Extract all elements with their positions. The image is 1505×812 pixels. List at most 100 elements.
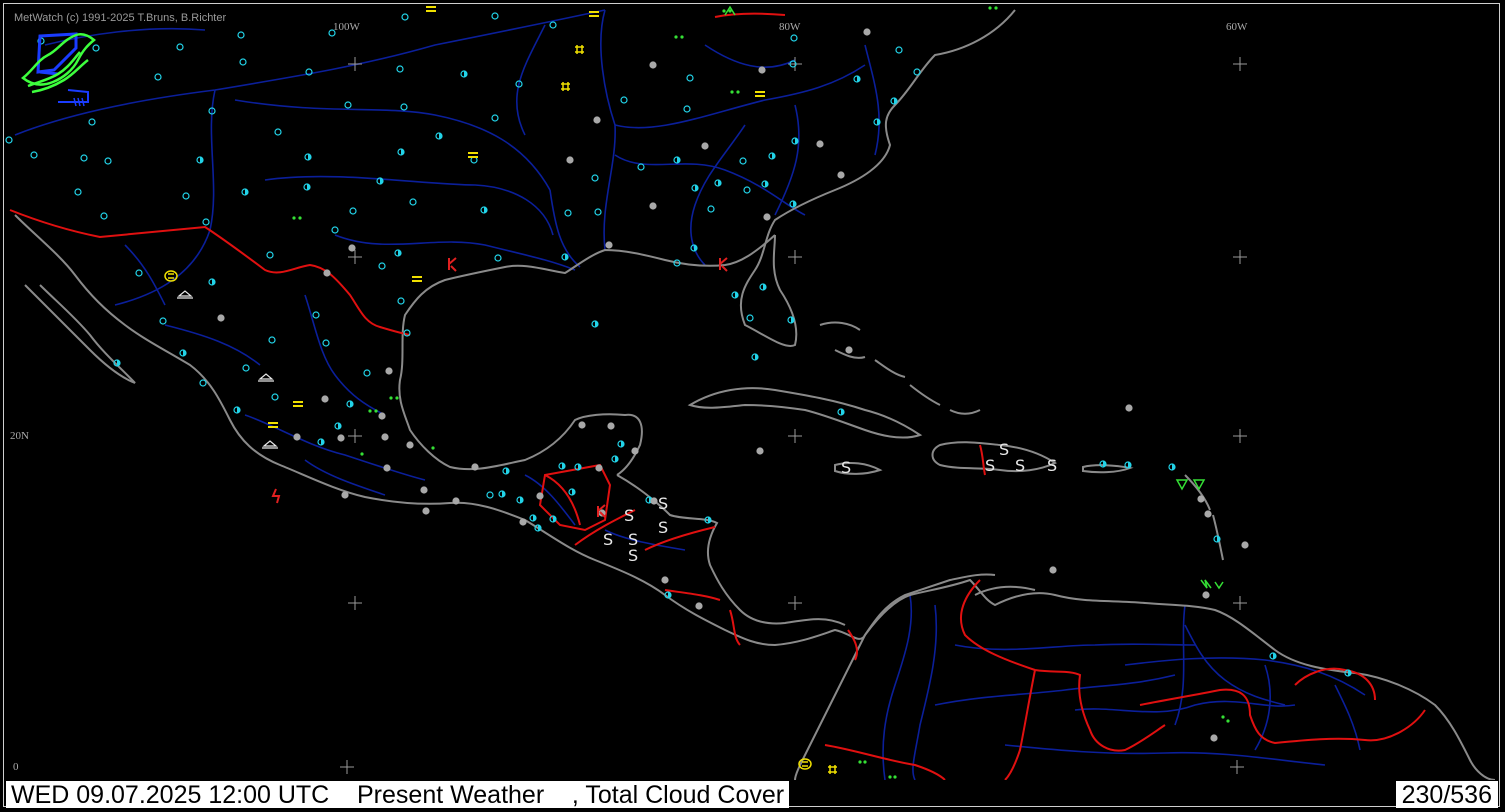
station-marker (617, 440, 625, 448)
station-marker (331, 226, 339, 234)
station-marker (363, 369, 371, 377)
station-marker (1049, 566, 1057, 574)
station-marker (159, 317, 167, 325)
station-marker (873, 118, 881, 126)
station-marker (594, 208, 602, 216)
station-marker (406, 441, 414, 449)
station-marker (348, 244, 356, 252)
station-marker (837, 171, 845, 179)
station-marker (761, 180, 769, 188)
station-marker (631, 447, 639, 455)
station-marker (378, 262, 386, 270)
svg-text:S: S (658, 518, 668, 537)
station-marker (1204, 510, 1212, 518)
station-marker (460, 70, 468, 78)
station-marker (241, 188, 249, 196)
station-marker (293, 433, 301, 441)
station-marker (266, 251, 274, 259)
station-marker (743, 186, 751, 194)
station-marker (5, 136, 13, 144)
longitude-label-80w: 80W (779, 21, 801, 33)
latitude-label-20n: 20N (10, 430, 29, 442)
haze-symbols (164, 45, 837, 774)
station-marker (341, 491, 349, 499)
frame-counter: 230/536 (1395, 781, 1498, 809)
weather-stations (5, 12, 1352, 742)
svg-text:S: S (603, 530, 613, 549)
station-marker (673, 156, 681, 164)
footer-caption: WED 09.07.2025 12:00 UTC Present Weather… (6, 781, 790, 809)
station-marker (435, 132, 443, 140)
station-marker (30, 151, 38, 159)
station-marker (312, 311, 320, 319)
station-marker (334, 422, 342, 430)
station-marker (452, 497, 460, 505)
station-marker (199, 379, 207, 387)
dust-symbols: S S S S S S S S S S S (603, 440, 1057, 565)
weather-map[interactable]: S S S S S S S S S S S MetWatch (c) 1991-… (5, 5, 1500, 780)
station-marker (683, 105, 691, 113)
thunderstorm-symbols (271, 257, 728, 518)
station-marker (1125, 404, 1133, 412)
station-marker (491, 12, 499, 20)
station-marker (471, 463, 479, 471)
station-marker (202, 218, 210, 226)
station-marker (549, 515, 557, 523)
station-marker (208, 278, 216, 286)
station-marker (695, 602, 703, 610)
station-marker (637, 163, 645, 171)
station-marker (751, 353, 759, 361)
station-marker (304, 153, 312, 161)
station-marker (502, 467, 510, 475)
station-marker (731, 291, 739, 299)
station-marker (317, 438, 325, 446)
station-marker (763, 213, 771, 221)
station-marker (271, 393, 279, 401)
station-marker (593, 116, 601, 124)
station-marker (1168, 463, 1176, 471)
station-marker (217, 314, 225, 322)
svg-text:S: S (628, 546, 638, 565)
station-marker (845, 346, 853, 354)
station-marker (913, 68, 921, 76)
station-marker (491, 114, 499, 122)
station-marker (346, 400, 354, 408)
station-marker (759, 283, 767, 291)
station-marker (534, 524, 542, 532)
station-marker (837, 408, 845, 416)
station-marker (707, 205, 715, 213)
station-marker (397, 297, 405, 305)
station-marker (321, 395, 329, 403)
station-marker (303, 183, 311, 191)
station-marker (561, 253, 569, 261)
mountain-haze-symbols (177, 290, 278, 449)
station-marker (1099, 460, 1107, 468)
station-marker (536, 492, 544, 500)
station-marker (385, 367, 393, 375)
station-marker (574, 463, 582, 471)
svg-text:S: S (985, 456, 995, 475)
svg-text:S: S (624, 506, 634, 525)
borders (9, 12, 1426, 780)
station-marker (400, 103, 408, 111)
station-marker (516, 496, 524, 504)
station-marker (498, 490, 506, 498)
station-marker (182, 192, 190, 200)
station-marker (649, 61, 657, 69)
station-marker (337, 434, 345, 442)
station-marker (620, 96, 628, 104)
station-marker (480, 206, 488, 214)
svg-text:S: S (1047, 456, 1057, 475)
station-marker (1210, 734, 1218, 742)
station-marker (135, 269, 143, 277)
station-marker (154, 73, 162, 81)
station-marker (591, 320, 599, 328)
station-marker (401, 13, 409, 21)
grid-crosses (340, 57, 1247, 774)
station-marker (237, 31, 245, 39)
station-marker (895, 46, 903, 54)
station-marker (494, 254, 502, 262)
station-marker (100, 212, 108, 220)
station-marker (344, 101, 352, 109)
station-marker (649, 202, 657, 210)
